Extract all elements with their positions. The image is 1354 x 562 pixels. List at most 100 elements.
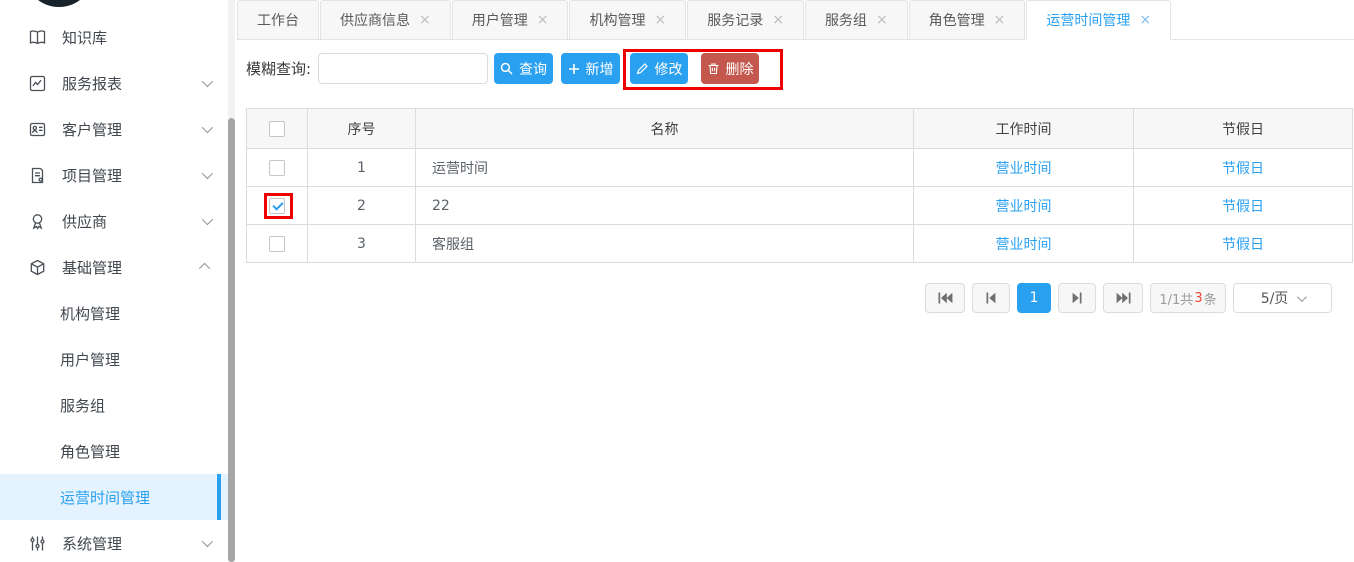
- sidebar-item-basic-management[interactable]: 基础管理: [0, 244, 228, 290]
- active-item-indicator: [217, 474, 221, 520]
- app-window: 知识库 服务报表: [0, 0, 1354, 562]
- row-index: 3: [308, 225, 416, 263]
- fuzzy-search-input[interactable]: [318, 53, 488, 84]
- tab-label: 角色管理: [929, 10, 985, 30]
- holiday-link[interactable]: 节假日: [1222, 237, 1264, 253]
- work-time-link[interactable]: 营业时间: [996, 237, 1052, 253]
- tab-service-group[interactable]: 服务组 ×: [805, 0, 908, 40]
- chevron-down-icon: [202, 76, 213, 87]
- page-size-select[interactable]: 5/页: [1233, 283, 1332, 313]
- pagination-info-suffix: 条: [1204, 289, 1217, 308]
- trash-icon: [707, 62, 720, 75]
- work-time-link[interactable]: 营业时间: [996, 161, 1052, 177]
- close-icon[interactable]: ×: [1139, 13, 1151, 27]
- next-page-button[interactable]: [1058, 283, 1096, 313]
- sidebar-item-customer-management[interactable]: 客户管理: [0, 106, 228, 152]
- query-button[interactable]: 查询: [494, 53, 553, 84]
- table-row-selected: 2 22 营业时间 节假日: [247, 187, 1353, 225]
- search-icon: [500, 62, 513, 75]
- tab-workbench[interactable]: 工作台: [237, 0, 319, 40]
- supplier-medal-icon: [28, 212, 47, 231]
- sidebar-subitem-org-management[interactable]: 机构管理: [0, 290, 228, 336]
- tab-label: 用户管理: [472, 10, 528, 30]
- tab-service-record[interactable]: 服务记录 ×: [687, 0, 804, 40]
- row-index: 2: [308, 187, 416, 225]
- report-chart-icon: [28, 74, 47, 93]
- edit-button-label: 修改: [655, 59, 683, 79]
- fuzzy-search-label: 模糊查询:: [246, 52, 311, 86]
- sidebar-item-service-report[interactable]: 服务报表: [0, 60, 228, 106]
- sidebar-subitem-user-management[interactable]: 用户管理: [0, 336, 228, 382]
- sidebar-item-label: 项目管理: [62, 165, 202, 186]
- close-icon[interactable]: ×: [537, 13, 549, 27]
- chevron-down-icon: [202, 214, 213, 225]
- sidebar-subitem-service-group[interactable]: 服务组: [0, 382, 228, 428]
- first-page-button[interactable]: [925, 283, 965, 313]
- sidebar-item-knowledge-base[interactable]: 知识库: [0, 14, 228, 60]
- query-button-label: 查询: [519, 59, 547, 79]
- cube-icon: [28, 258, 47, 277]
- table-row: 1 运营时间 营业时间 节假日: [247, 149, 1353, 187]
- holiday-link[interactable]: 节假日: [1222, 161, 1264, 177]
- holiday-link[interactable]: 节假日: [1222, 199, 1264, 215]
- project-doc-icon: [28, 166, 47, 185]
- sidebar: 知识库 服务报表: [0, 0, 237, 562]
- sidebar-item-project-management[interactable]: 项目管理: [0, 152, 228, 198]
- sidebar-subitem-label: 角色管理: [60, 441, 120, 462]
- chevron-down-icon: [202, 536, 213, 547]
- first-page-icon: [938, 292, 953, 304]
- sidebar-item-supplier[interactable]: 供应商: [0, 198, 228, 244]
- select-all-checkbox[interactable]: [269, 121, 285, 137]
- user-avatar[interactable]: [24, 0, 94, 7]
- tab-role-management[interactable]: 角色管理 ×: [909, 0, 1026, 40]
- last-page-icon: [1116, 292, 1131, 304]
- sidebar-subitem-operating-time-management[interactable]: 运营时间管理: [0, 474, 228, 520]
- sidebar-item-label: 服务报表: [62, 73, 202, 94]
- tab-supplier-info[interactable]: 供应商信息 ×: [320, 0, 451, 40]
- previous-page-button[interactable]: [972, 283, 1010, 313]
- pagination-info: 1/1共3条: [1150, 283, 1226, 313]
- tab-label: 供应商信息: [340, 10, 410, 30]
- close-icon[interactable]: ×: [419, 13, 431, 27]
- sidebar-scrollbar-thumb[interactable]: [228, 118, 235, 562]
- current-page-button[interactable]: 1: [1017, 283, 1051, 313]
- close-icon[interactable]: ×: [654, 13, 666, 27]
- tab-label: 工作台: [257, 10, 299, 30]
- pagination: 1 1/1共3条 5/页: [925, 283, 1332, 313]
- row-checkbox[interactable]: [269, 160, 285, 176]
- tab-user-management[interactable]: 用户管理 ×: [452, 0, 569, 40]
- close-icon[interactable]: ×: [876, 13, 888, 27]
- table-row: 3 客服组 营业时间 节假日: [247, 225, 1353, 263]
- row-checkbox[interactable]: [269, 236, 285, 252]
- last-page-button[interactable]: [1103, 283, 1143, 313]
- tab-bar: 工作台 供应商信息 × 用户管理 × 机构管理 × 服务记录 × 服务组 × 角…: [237, 0, 1354, 40]
- sidebar-item-system-management[interactable]: 系统管理: [0, 520, 228, 562]
- tab-operating-time-management[interactable]: 运营时间管理 ×: [1026, 0, 1171, 40]
- next-page-icon: [1072, 292, 1082, 304]
- sidebar-item-label: 供应商: [62, 211, 202, 232]
- sidebar-item-label: 系统管理: [62, 533, 202, 554]
- row-name: 22: [416, 187, 914, 225]
- tab-org-management[interactable]: 机构管理 ×: [569, 0, 686, 40]
- tab-label: 机构管理: [589, 10, 645, 30]
- column-header-index: 序号: [308, 109, 416, 149]
- column-header-work-time: 工作时间: [914, 109, 1134, 149]
- pagination-info-prefix: 1/1共: [1159, 289, 1193, 308]
- pagination-total-count: 3: [1194, 291, 1202, 306]
- plus-icon: [568, 63, 580, 75]
- work-time-link[interactable]: 营业时间: [996, 199, 1052, 215]
- row-checkbox-checked[interactable]: [269, 198, 285, 214]
- chevron-down-icon: [202, 122, 213, 133]
- close-icon[interactable]: ×: [994, 13, 1006, 27]
- previous-page-icon: [986, 292, 996, 304]
- edit-button[interactable]: 修改: [630, 53, 688, 84]
- delete-button-label: 删除: [726, 59, 754, 79]
- close-icon[interactable]: ×: [772, 13, 784, 27]
- tab-label: 服务记录: [707, 10, 763, 30]
- delete-button[interactable]: 删除: [701, 53, 759, 84]
- column-header-name: 名称: [416, 109, 914, 149]
- column-header-holiday: 节假日: [1134, 109, 1353, 149]
- add-button[interactable]: 新增: [561, 53, 620, 84]
- sidebar-subitem-role-management[interactable]: 角色管理: [0, 428, 228, 474]
- sidebar-menu: 知识库 服务报表: [0, 14, 228, 562]
